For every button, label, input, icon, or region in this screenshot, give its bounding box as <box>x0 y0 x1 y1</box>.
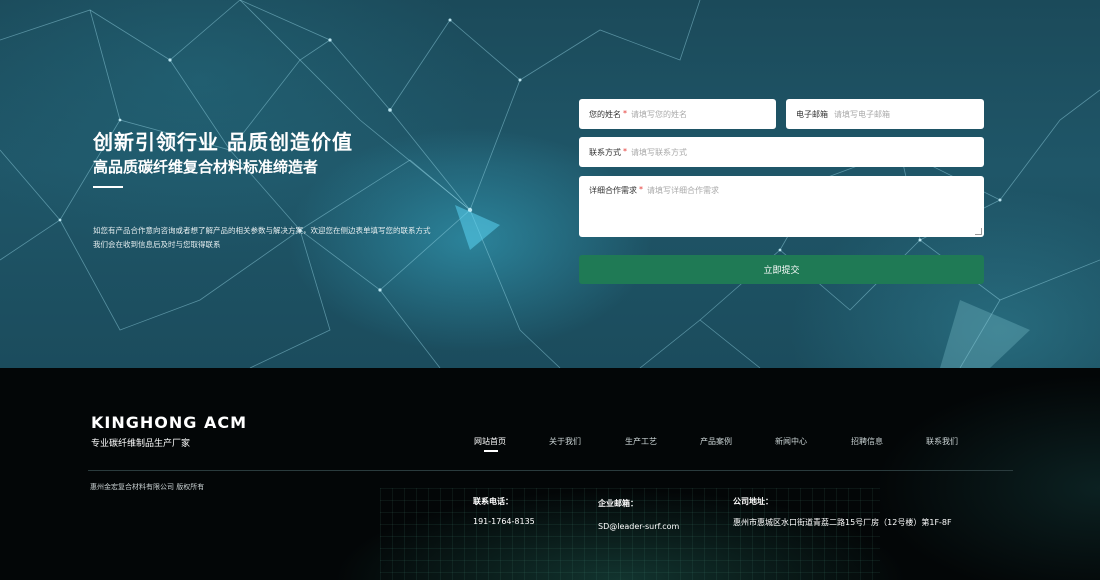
name-field-label: 您的姓名 <box>589 110 621 119</box>
requirement-textarea[interactable]: 详细合作需求 * 请填写详细合作需求 <box>579 176 984 237</box>
hero-banner: 创新引领行业 品质创造价值 高品质碳纤维复合材料标准缔造者 如您有产品合作意向咨… <box>0 0 1100 368</box>
nav-item-jobs[interactable]: 招聘信息 <box>851 436 883 447</box>
nav-item-process[interactable]: 生产工艺 <box>625 436 657 447</box>
address-label: 公司地址： <box>733 497 773 506</box>
copyright-text: 惠州金宏复合材料有限公司 版权所有 <box>90 483 205 491</box>
nav-item-home[interactable]: 网站首页 <box>474 436 506 447</box>
hero-description-line: 如您有产品合作意向咨询或者想了解产品的相关参数与解决方案，欢迎您在侧边表单填写您… <box>93 226 431 235</box>
contact-field-label: 联系方式 <box>589 148 621 157</box>
nav-item-about[interactable]: 关于我们 <box>549 436 581 447</box>
hero-divider <box>93 186 123 188</box>
name-field-placeholder: 请填写您的姓名 <box>631 110 687 119</box>
resize-handle-icon[interactable] <box>975 228 982 235</box>
email-field-label: 电子邮箱 <box>796 110 828 119</box>
email-field-placeholder: 请填写电子邮箱 <box>834 110 890 119</box>
active-nav-indicator <box>484 450 498 452</box>
name-field[interactable]: 您的姓名 * 请填写您的姓名 <box>579 99 776 129</box>
requirement-field-placeholder: 请填写详细合作需求 <box>647 186 719 195</box>
required-marker: * <box>623 147 627 156</box>
email-label: 企业邮箱： <box>598 499 638 508</box>
nav-item-contact[interactable]: 联系我们 <box>926 436 958 447</box>
hero-subtitle: 高品质碳纤维复合材料标准缔造者 <box>93 158 319 176</box>
email-field[interactable]: 电子邮箱 请填写电子邮箱 <box>786 99 984 129</box>
hero-description: 如您有产品合作意向咨询或者想了解产品的相关参数与解决方案，欢迎您在侧边表单填写您… <box>93 224 431 252</box>
requirement-field-label: 详细合作需求 <box>589 186 637 195</box>
footer-divider <box>88 470 1013 471</box>
nav-item-news[interactable]: 新闻中心 <box>775 436 807 447</box>
phone-value: 191-1764-8135 <box>473 517 535 526</box>
address-value: 惠州市惠城区水口街道青荔二路15号厂房（12号楼）第1F-8F <box>733 518 952 527</box>
footer-tagline: 专业碳纤维制品生产厂家 <box>91 439 191 449</box>
hero-title: 创新引领行业 品质创造价值 <box>93 130 353 154</box>
submit-button[interactable]: 立即提交 <box>579 255 984 284</box>
required-marker: * <box>639 185 643 194</box>
site-footer: KINGHONG ACM 专业碳纤维制品生产厂家 网站首页 关于我们 生产工艺 … <box>0 368 1100 580</box>
nav-item-cases[interactable]: 产品案例 <box>700 436 732 447</box>
phone-label: 联系电话： <box>473 497 513 506</box>
footer-brand-logo[interactable]: KINGHONG ACM <box>91 413 247 432</box>
email-value[interactable]: SD@leader-surf.com <box>598 522 679 531</box>
hero-description-line: 我们会在收到信息后及时与您取得联系 <box>93 240 221 249</box>
contact-field-placeholder: 请填写联系方式 <box>631 148 687 157</box>
contact-field[interactable]: 联系方式 * 请填写联系方式 <box>579 137 984 167</box>
required-marker: * <box>623 109 627 118</box>
